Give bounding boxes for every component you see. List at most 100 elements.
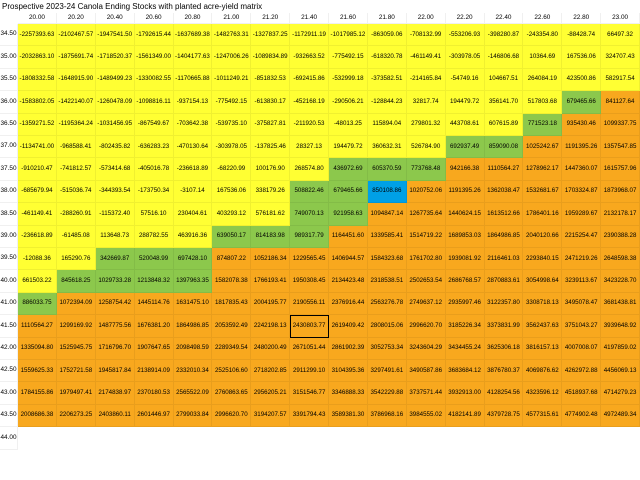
matrix-cell[interactable]: 3243604.29 bbox=[406, 337, 446, 360]
matrix-cell[interactable]: -1583802.05 bbox=[18, 91, 57, 114]
matrix-cell[interactable]: 3122357.80 bbox=[484, 292, 524, 316]
matrix-cell[interactable]: 692937.49 bbox=[445, 136, 485, 159]
matrix-cell[interactable]: 1164451.60 bbox=[329, 225, 368, 248]
matrix-cell[interactable]: 2053592.49 bbox=[212, 315, 252, 338]
matrix-cell[interactable]: 3054998.64 bbox=[523, 270, 563, 293]
matrix-cell[interactable]: 1766193.41 bbox=[251, 270, 291, 293]
matrix-cell[interactable]: -1031456.95 bbox=[95, 113, 135, 136]
matrix-cell[interactable]: 1584323.68 bbox=[367, 248, 407, 271]
matrix-cell[interactable]: -115372.40 bbox=[95, 203, 135, 226]
matrix-cell[interactable]: 1582078.38 bbox=[212, 270, 252, 293]
matrix-cell[interactable]: 4182141.89 bbox=[445, 404, 485, 428]
matrix-cell[interactable]: 3151546.77 bbox=[290, 382, 329, 405]
matrix-cell[interactable]: -1172911.19 bbox=[290, 24, 329, 47]
matrix-cell[interactable]: 942166.38 bbox=[445, 158, 485, 181]
matrix-cell[interactable]: 2293840.15 bbox=[523, 248, 563, 271]
matrix-cell[interactable]: 2215254.47 bbox=[562, 225, 602, 248]
matrix-cell[interactable]: -236618.89 bbox=[18, 225, 57, 248]
matrix-cell[interactable]: 1278962.17 bbox=[523, 158, 563, 181]
matrix-cell[interactable]: -1089834.89 bbox=[251, 46, 291, 69]
matrix-cell[interactable]: -539735.10 bbox=[212, 113, 252, 136]
matrix-cell[interactable]: 264084.19 bbox=[523, 68, 563, 92]
matrix-cell[interactable]: 1052186.34 bbox=[251, 248, 291, 271]
matrix-cell[interactable]: 2935997.46 bbox=[445, 292, 485, 316]
matrix-cell[interactable]: 4323596.12 bbox=[523, 382, 563, 405]
matrix-cell[interactable]: -775492.15 bbox=[212, 91, 252, 114]
matrix-cell[interactable]: 3939648.92 bbox=[601, 315, 640, 338]
matrix-cell[interactable]: 845618.25 bbox=[56, 270, 96, 293]
matrix-cell[interactable]: 100176.90 bbox=[251, 158, 291, 181]
matrix-cell[interactable]: 194479.72 bbox=[445, 91, 485, 114]
matrix-cell[interactable]: 814183.98 bbox=[251, 225, 291, 248]
matrix-cell[interactable]: -867549.67 bbox=[134, 113, 174, 136]
matrix-cell[interactable]: 1873968.07 bbox=[601, 180, 640, 204]
matrix-cell[interactable]: 3562437.63 bbox=[523, 315, 563, 338]
matrix-cell[interactable]: -88428.74 bbox=[562, 24, 602, 47]
matrix-cell[interactable]: 517803.68 bbox=[523, 91, 563, 114]
matrix-cell[interactable]: 850108.86 bbox=[367, 180, 407, 204]
matrix-cell[interactable]: -910210.47 bbox=[18, 158, 57, 181]
matrix-cell[interactable]: 1959289.67 bbox=[562, 203, 602, 226]
matrix-cell[interactable]: 1025242.67 bbox=[523, 136, 563, 159]
matrix-cell[interactable]: 2565522.09 bbox=[173, 382, 213, 405]
matrix-cell[interactable]: -211920.53 bbox=[290, 113, 329, 136]
matrix-cell[interactable]: -373582.51 bbox=[367, 68, 407, 92]
matrix-cell[interactable]: 2190556.11 bbox=[290, 292, 329, 316]
matrix-cell[interactable]: 1335094.80 bbox=[18, 337, 57, 360]
matrix-cell[interactable]: 886033.75 bbox=[18, 292, 57, 316]
matrix-cell[interactable]: 3751043.27 bbox=[562, 315, 602, 338]
matrix-cell[interactable]: 165290.76 bbox=[56, 248, 96, 271]
matrix-cell[interactable]: 874807.22 bbox=[212, 248, 252, 271]
matrix-cell[interactable]: 356141.70 bbox=[484, 91, 524, 114]
matrix-cell[interactable]: 4774902.48 bbox=[562, 404, 602, 428]
matrix-cell[interactable]: 463916.36 bbox=[173, 225, 213, 248]
matrix-cell[interactable]: 2098498.59 bbox=[173, 337, 213, 360]
matrix-cell[interactable]: -375827.81 bbox=[251, 113, 291, 136]
matrix-cell[interactable]: 1525945.75 bbox=[56, 337, 96, 360]
matrix-cell[interactable]: 230404.61 bbox=[173, 203, 213, 226]
matrix-cell[interactable]: 2318538.51 bbox=[367, 270, 407, 293]
matrix-cell[interactable]: 3737571.44 bbox=[406, 382, 446, 405]
matrix-cell[interactable]: -532999.18 bbox=[329, 68, 368, 92]
matrix-cell[interactable]: -470130.64 bbox=[173, 136, 213, 159]
matrix-cell[interactable]: 4007008.07 bbox=[562, 337, 602, 360]
matrix-cell[interactable]: 1786401.16 bbox=[523, 203, 563, 226]
matrix-cell[interactable]: 2132178.17 bbox=[601, 203, 640, 226]
matrix-cell[interactable]: 1716796.70 bbox=[95, 337, 135, 360]
matrix-cell[interactable]: 1397963.35 bbox=[173, 270, 213, 293]
matrix-cell[interactable]: 1072394.09 bbox=[56, 292, 96, 316]
matrix-cell[interactable]: 2563276.78 bbox=[367, 292, 407, 316]
matrix-cell[interactable]: 342669.87 bbox=[95, 248, 135, 271]
matrix-cell[interactable]: 4714279.23 bbox=[601, 382, 640, 405]
matrix-cell[interactable]: 1784155.86 bbox=[18, 382, 57, 405]
matrix-cell[interactable]: -937154.13 bbox=[173, 91, 213, 114]
matrix-cell[interactable]: 2870883.61 bbox=[484, 270, 524, 293]
matrix-cell[interactable]: 2956205.21 bbox=[251, 382, 291, 405]
matrix-cell[interactable]: -1359271.52 bbox=[18, 113, 57, 136]
matrix-cell[interactable]: 1907647.65 bbox=[134, 337, 174, 360]
matrix-cell[interactable]: 2749637.12 bbox=[406, 292, 446, 316]
matrix-cell[interactable]: 1299169.92 bbox=[56, 315, 96, 338]
matrix-cell[interactable]: 2242198.13 bbox=[251, 315, 291, 338]
matrix-cell[interactable]: 526784.90 bbox=[406, 136, 446, 159]
matrix-cell[interactable]: 3683684.12 bbox=[445, 360, 485, 383]
matrix-cell[interactable]: 3423228.70 bbox=[601, 270, 640, 293]
matrix-cell[interactable]: 935430.46 bbox=[562, 113, 602, 136]
matrix-cell[interactable]: 1110564.27 bbox=[484, 158, 524, 181]
matrix-cell[interactable]: 2911299.10 bbox=[290, 360, 329, 383]
matrix-cell[interactable]: -1011249.21 bbox=[212, 68, 252, 92]
matrix-cell[interactable]: -12088.36 bbox=[18, 248, 57, 271]
matrix-cell[interactable]: -1792615.44 bbox=[134, 24, 174, 47]
matrix-cell[interactable]: -1648915.90 bbox=[56, 68, 96, 92]
matrix-cell[interactable]: -613830.17 bbox=[251, 91, 291, 114]
matrix-cell[interactable]: -802435.82 bbox=[95, 136, 135, 159]
matrix-cell[interactable]: 1676381.20 bbox=[134, 315, 174, 338]
matrix-cell[interactable]: 605370.59 bbox=[367, 158, 407, 181]
matrix-cell[interactable]: 520048.99 bbox=[134, 248, 174, 271]
matrix-cell[interactable]: 28327.13 bbox=[290, 136, 329, 159]
matrix-cell[interactable]: 57516.10 bbox=[134, 203, 174, 226]
matrix-cell[interactable]: -553206.93 bbox=[445, 24, 485, 47]
matrix-cell[interactable]: -1134741.00 bbox=[18, 136, 57, 159]
matrix-cell[interactable]: 3542229.88 bbox=[367, 382, 407, 405]
matrix-cell[interactable]: 2996620.70 bbox=[406, 315, 446, 338]
